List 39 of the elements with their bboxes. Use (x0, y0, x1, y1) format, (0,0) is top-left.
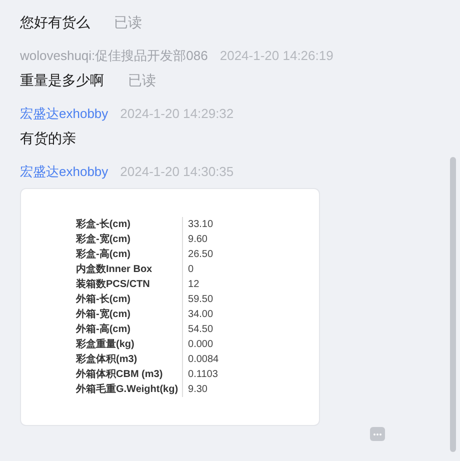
spec-label: 外箱毛重G.Weight(kg) (76, 382, 184, 397)
spec-value: 0.0084 (187, 353, 219, 367)
read-status: 已读 (128, 71, 156, 89)
spec-label: 彩盒-高(cm) (76, 247, 184, 262)
image-card[interactable]: 彩盒-长(cm) 33.10 彩盒-宽(cm) 9.60 彩盒-高(cm) 26.50 内盒数Inner Box 0 装箱数PCS/CTN 12 外箱-长(cm) 59.50 外箱-宽(cm) 34.00 外箱-高(cm) 54.50 彩盒重量(kg) 0.000 彩盒体积(m3) 0.0084 外箱体积CBM (m3) 0.1103 外箱毛重G.Weight(kg) 9.30 (20, 188, 320, 426)
sender-name: 宏盛达exhobby (20, 105, 108, 122)
read-status: 已读 (114, 13, 142, 31)
spec-label: 外箱-长(cm) (76, 292, 184, 307)
spec-label: 彩盒-宽(cm) (76, 232, 184, 247)
more-button[interactable] (370, 427, 385, 441)
spec-label: 外箱体积CBM (m3) (76, 367, 184, 382)
spec-label: 外箱-宽(cm) (76, 307, 184, 322)
sender-name: woloveshuqi:促佳搜品开发部086 (20, 47, 208, 64)
spec-label: 彩盒重量(kg) (76, 337, 184, 352)
spec-value: 12 (187, 278, 200, 292)
spec-label: 内盒数Inner Box (76, 262, 184, 277)
spec-value: 33.10 (187, 218, 214, 232)
spec-label: 彩盒体积(m3) (76, 352, 184, 367)
spec-value: 0 (187, 263, 195, 277)
message-time: 2024-1-20 14:30:35 (120, 163, 234, 180)
spec-value: 26.50 (187, 248, 214, 262)
scrollbar[interactable] (450, 157, 456, 452)
spec-label: 彩盒-长(cm) (76, 217, 184, 232)
message-text: 您好有货么 (20, 13, 90, 31)
spec-value: 54.50 (187, 323, 214, 337)
spec-value: 0.000 (187, 338, 214, 352)
message-text: 重量是多少啊 (20, 71, 104, 89)
spec-value: 0.1103 (187, 368, 219, 382)
more-icon (373, 432, 382, 436)
spec-label: 装箱数PCS/CTN (76, 277, 184, 292)
spec-value: 34.00 (187, 308, 214, 322)
sender-name: 宏盛达exhobby (20, 163, 108, 180)
spec-value: 9.30 (187, 383, 208, 397)
message-time: 2024-1-20 14:29:32 (120, 105, 234, 122)
spec-value: 59.50 (187, 293, 214, 307)
spec-label: 外箱-高(cm) (76, 322, 184, 337)
spec-value: 9.60 (187, 233, 208, 247)
message-time: 2024-1-20 14:26:19 (220, 47, 334, 64)
message-text: 有货的亲 (20, 129, 76, 147)
